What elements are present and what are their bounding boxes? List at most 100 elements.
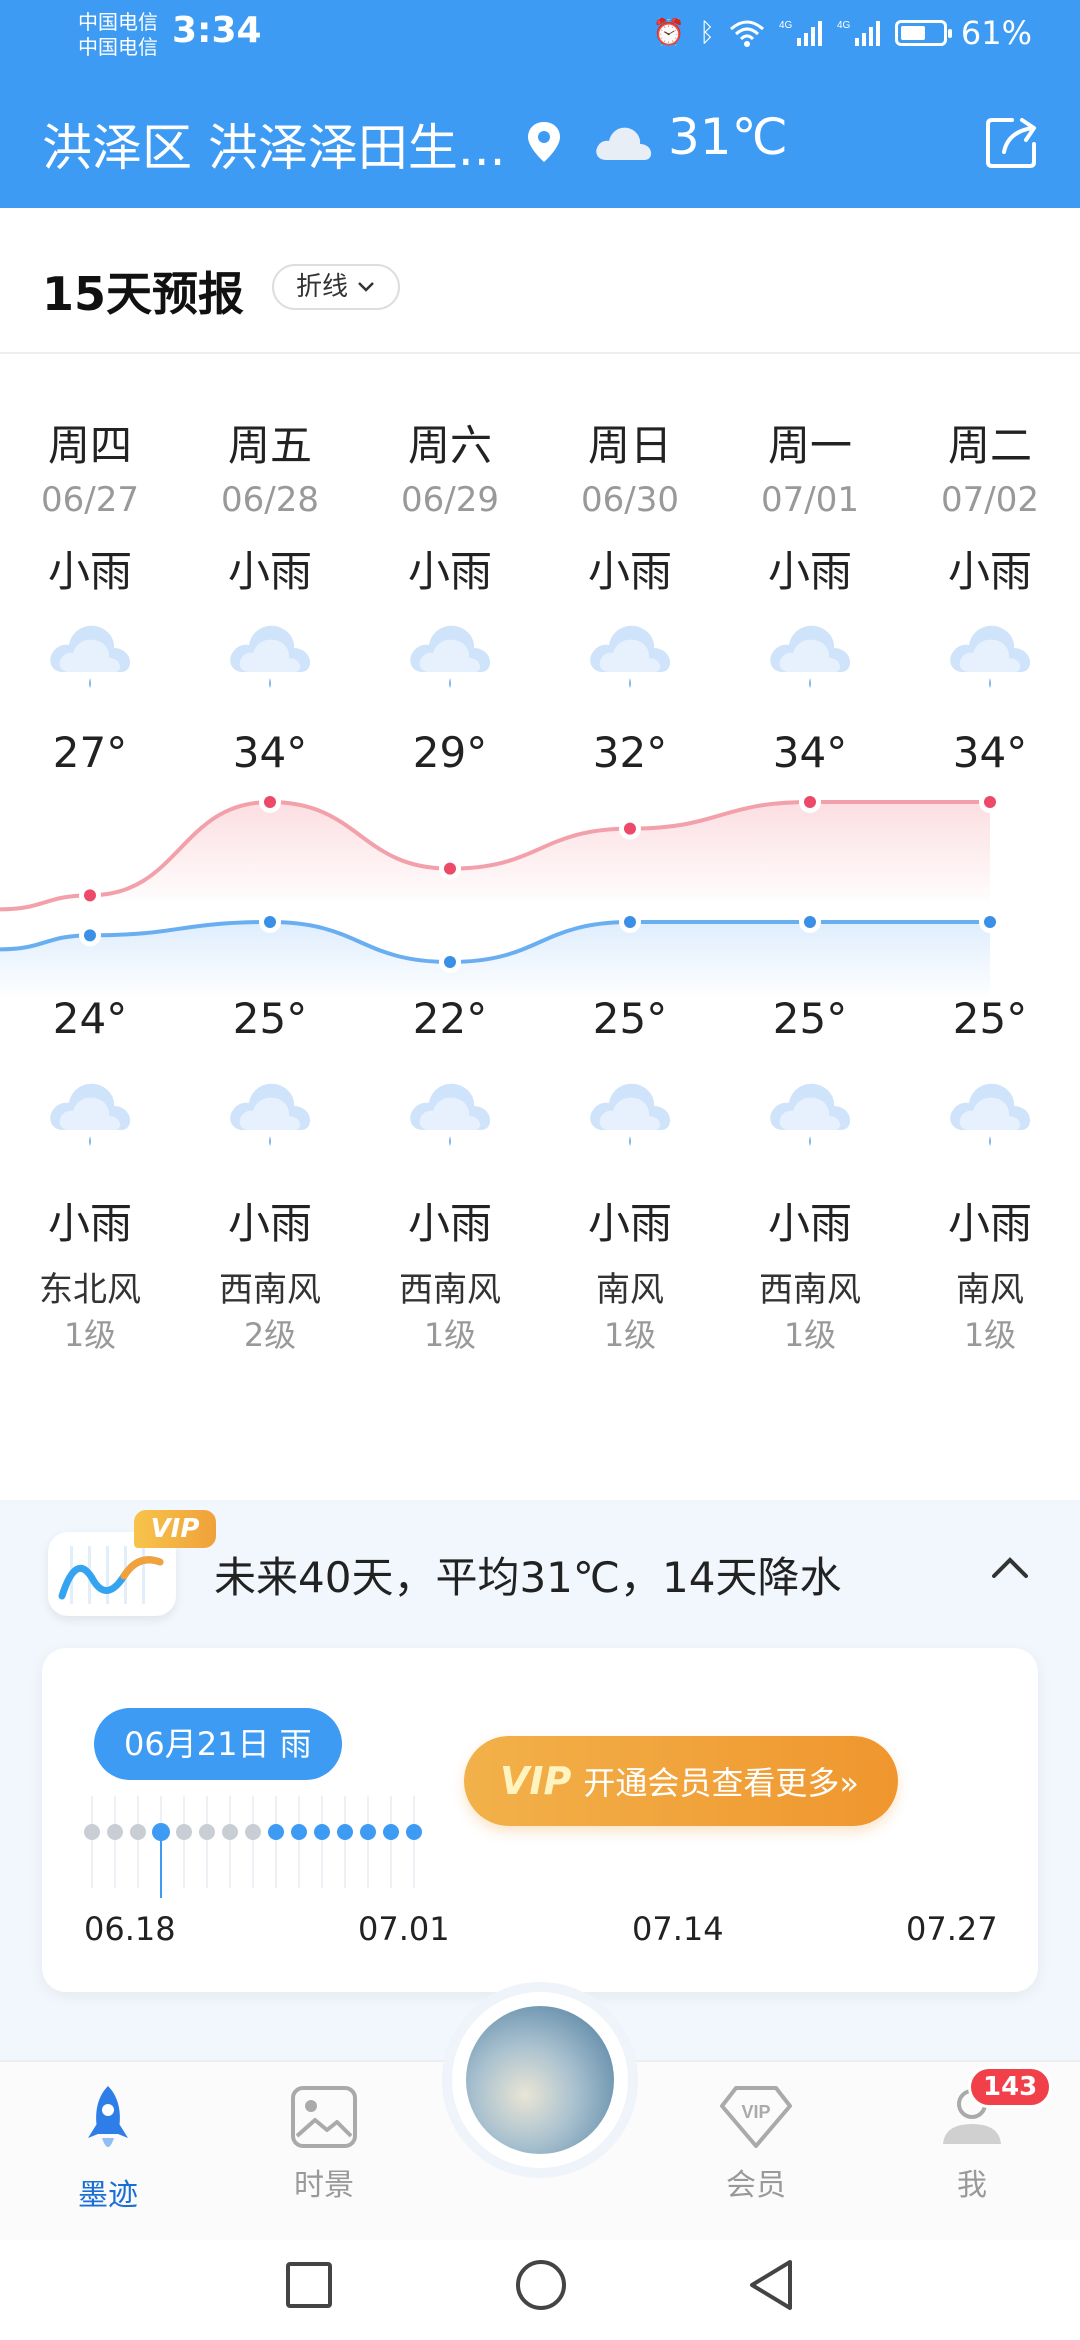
mini-day-dot (245, 1824, 261, 1840)
center-weather-button[interactable] (452, 1992, 628, 2168)
mini-day-dot (107, 1824, 123, 1840)
axis-label-4: 07.27 (906, 1910, 998, 1948)
mini-precip-chart (84, 1796, 422, 1898)
high-temp-point (84, 889, 96, 902)
day-name: 周一 (767, 421, 852, 470)
wind-level: 2级 (243, 1316, 297, 1354)
night-weather: 小雨 (227, 1199, 312, 1248)
chevron-up-icon[interactable] (988, 1552, 1032, 1582)
chart-mode-toggle[interactable]: 折线 (272, 264, 401, 310)
system-nav-bar (0, 2240, 1080, 2340)
day-date: 07/02 (941, 480, 1039, 520)
recent-apps-icon[interactable] (284, 2260, 334, 2310)
high-temp-point (984, 796, 996, 808)
wind-level: 1级 (603, 1316, 657, 1354)
chart-mode-label: 折线 (296, 272, 349, 302)
share-icon[interactable] (982, 112, 1042, 172)
low-temp-label: 25° (952, 994, 1028, 1043)
forecast-title: 15天预报 (42, 267, 245, 321)
mini-day-dot (291, 1824, 307, 1840)
day-name: 周六 (407, 421, 492, 470)
nav-item-moji[interactable]: 墨迹 (18, 2082, 198, 2214)
battery-icon (894, 20, 952, 46)
nav-item-shijing[interactable]: 时景 (234, 2082, 414, 2204)
bluetooth-icon: ᛒ (699, 18, 715, 48)
high-temp-area (0, 802, 990, 910)
signal-icon-2: 4G (837, 20, 880, 46)
day-date: 07/01 (761, 480, 859, 520)
low-temp-point (804, 916, 816, 928)
wind-direction: 西南风 (399, 1270, 501, 1310)
day-weather: 小雨 (587, 547, 672, 596)
rain-cloud-icon (230, 625, 311, 688)
vip-tag: VIP (134, 1510, 216, 1548)
nav-label-vip: 会员 (726, 2168, 786, 2203)
alarm-icon: ⏰ (652, 18, 686, 48)
low-temp-point (444, 956, 456, 968)
high-temp-point (624, 822, 636, 835)
vip-open-button[interactable]: VIP 开通会员查看更多» (464, 1736, 898, 1826)
night-weather: 小雨 (407, 1199, 492, 1248)
forecast-40-card[interactable]: 06月21日 雨 VIP 开通会员查看更多» 06.18 07.01 07.14… (42, 1648, 1038, 1992)
wifi-icon (729, 20, 764, 47)
day-name: 周日 (587, 421, 672, 470)
wind-direction: 南风 (956, 1270, 1024, 1310)
cloud-icon (596, 127, 652, 160)
mini-day-dot (383, 1824, 399, 1840)
night-rain-cloud-icon (770, 1083, 851, 1146)
day-name: 周四 (47, 421, 132, 470)
rain-cloud-icon (50, 625, 131, 688)
rain-cloud-icon (410, 625, 491, 688)
home-icon[interactable] (514, 2258, 568, 2312)
wind-level: 1级 (783, 1316, 837, 1354)
vip-button-label: 开通会员查看更多» (583, 1764, 859, 1802)
location-pin-icon[interactable] (524, 120, 564, 164)
svg-text:4G: 4G (779, 20, 793, 31)
high-temp-point (264, 796, 276, 808)
night-rain-cloud-icon (590, 1083, 671, 1146)
location-title[interactable]: 洪泽区 洪泽泽田生... (42, 108, 506, 180)
rocket-icon (88, 2086, 128, 2147)
status-time: 3:34 (172, 10, 262, 51)
mini-day-dot (130, 1824, 146, 1840)
day-date: 06/28 (221, 480, 319, 520)
wind-direction: 西南风 (759, 1270, 861, 1310)
app-header: 中国电信 中国电信 3:34 ⏰ ᛒ 4G 4G 61% 洪泽区 洪泽泽田生..… (0, 0, 1080, 208)
mini-day-dot (360, 1824, 376, 1840)
night-rain-cloud-icon (950, 1083, 1031, 1146)
current-temperature: 31℃ (668, 108, 788, 166)
day-weather: 小雨 (767, 547, 852, 596)
high-temp-point (444, 862, 456, 875)
battery-percent: 61% (960, 14, 1032, 52)
day-weather: 小雨 (947, 547, 1032, 596)
low-temp-label: 24° (52, 994, 128, 1043)
high-temp-point (804, 796, 816, 808)
wind-level: 1级 (963, 1316, 1017, 1354)
carrier-2: 中国电信 (78, 35, 158, 59)
day-date: 06/29 (401, 480, 499, 520)
mini-day-dot (314, 1824, 330, 1840)
axis-label-2: 07.01 (358, 1910, 450, 1948)
chevron-down-icon (358, 282, 374, 292)
selected-date-pill: 06月21日 雨 (94, 1708, 342, 1780)
nav-item-vip[interactable]: VIP 会员 (666, 2082, 846, 2204)
low-temp-label: 25° (592, 994, 668, 1043)
axis-label-3: 07.14 (632, 1910, 724, 1948)
forecast-40-summary[interactable]: 未来40天，平均31℃，14天降水 (214, 1544, 842, 1605)
mini-day-dot (337, 1824, 353, 1840)
back-icon[interactable] (746, 2258, 796, 2312)
wind-direction: 东北风 (39, 1270, 141, 1310)
wind-direction: 南风 (596, 1270, 664, 1310)
low-temp-point (624, 916, 636, 928)
svg-text:VIP: VIP (741, 2102, 770, 2122)
night-rain-cloud-icon (410, 1083, 491, 1146)
vip-button-mark: VIP (500, 1759, 572, 1803)
mini-day-dot (176, 1824, 192, 1840)
day-weather: 小雨 (227, 547, 312, 596)
night-rain-cloud-icon (50, 1083, 131, 1146)
wind-direction: 西南风 (219, 1270, 321, 1310)
day-date: 06/30 (581, 480, 679, 520)
day-date: 06/27 (41, 480, 139, 520)
signal-icon: 4G (779, 20, 822, 46)
temperature-curves (0, 791, 1001, 1000)
